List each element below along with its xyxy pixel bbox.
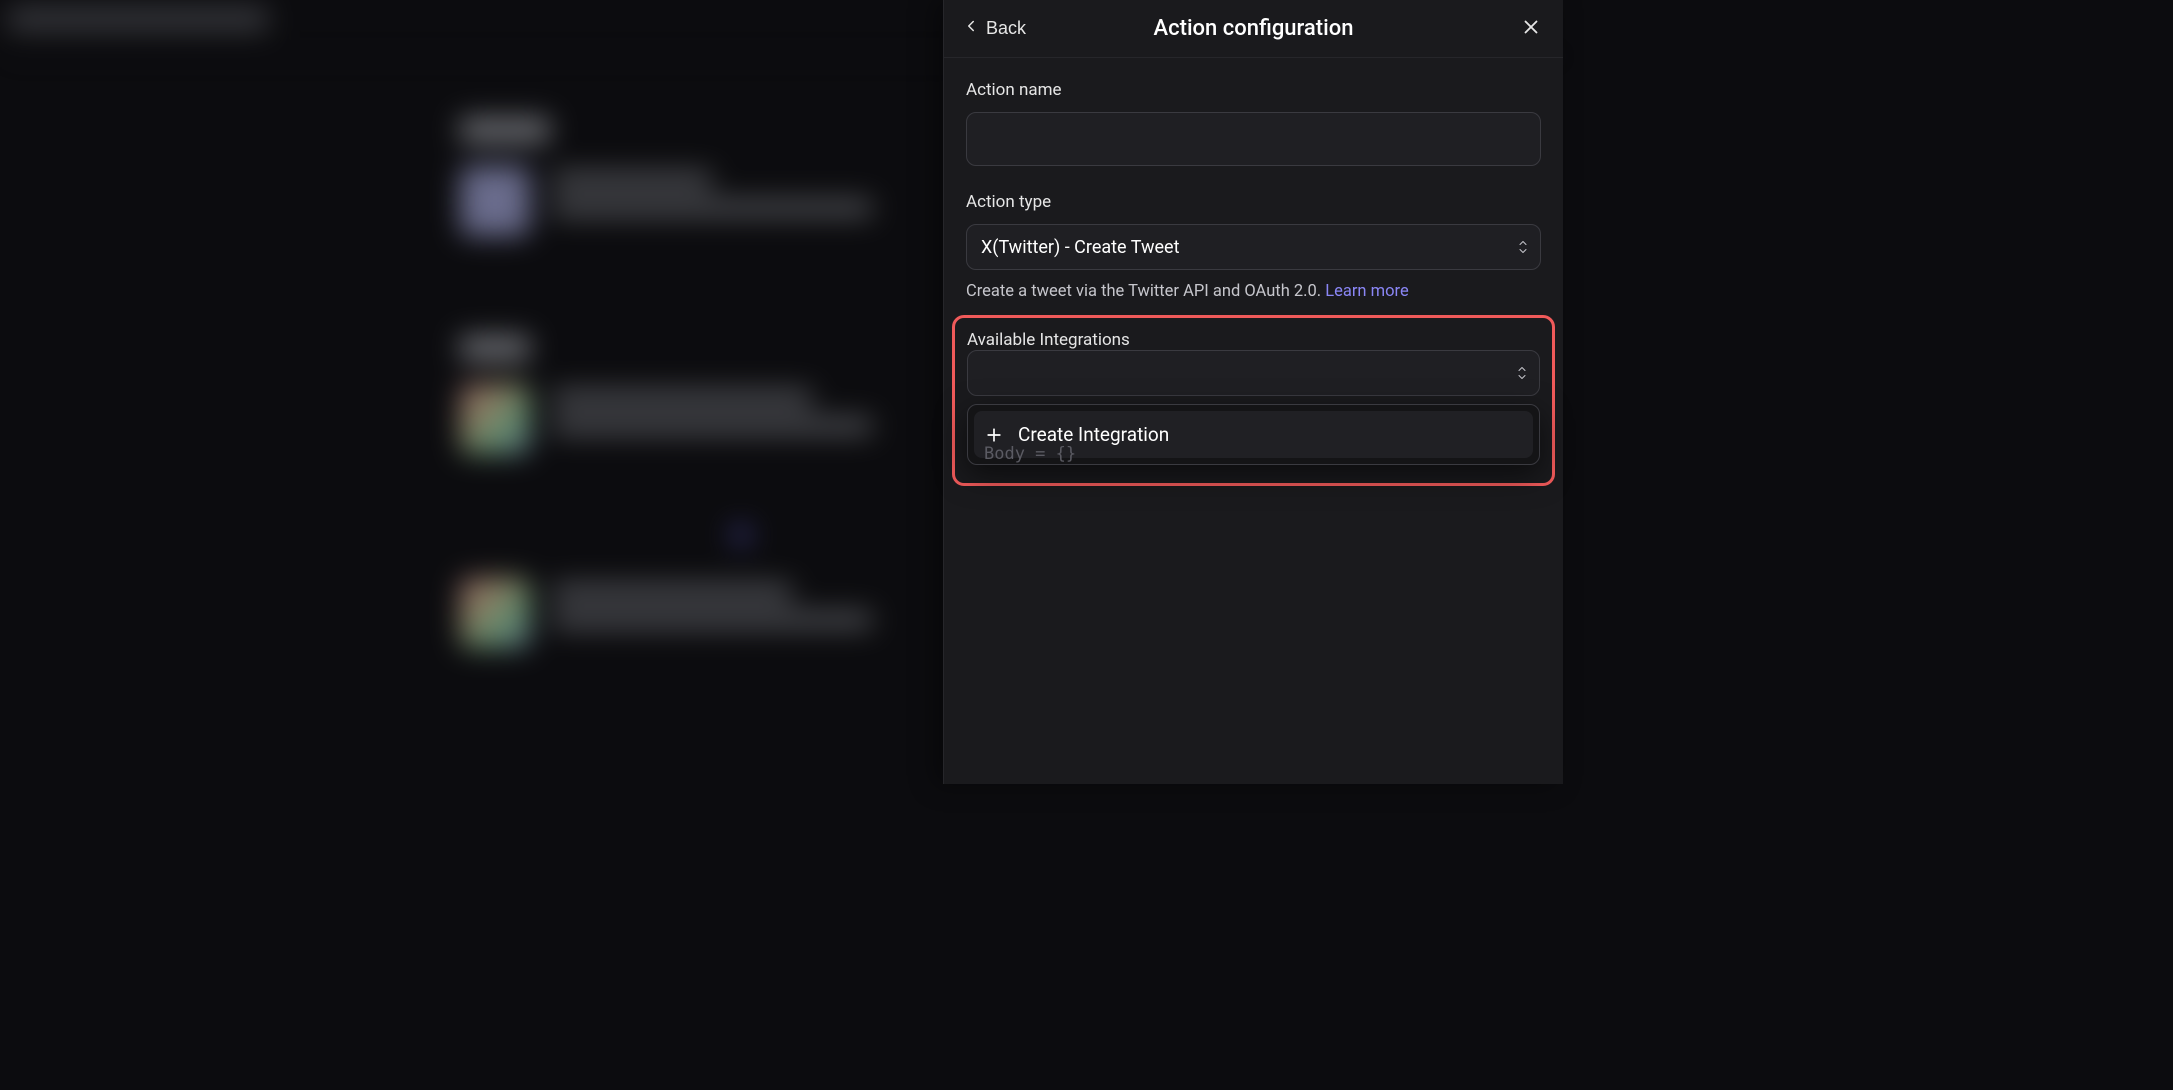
panel-body: Action name Action type X(Twitter) - Cre… <box>944 58 1563 486</box>
integrations-dropdown: Create Integration Body = {} <box>967 404 1540 465</box>
close-icon <box>1520 16 1542 41</box>
action-type-helper: Create a tweet via the Twitter API and O… <box>966 282 1541 301</box>
create-integration-label: Create Integration <box>1018 423 1169 446</box>
learn-more-link[interactable]: Learn more <box>1325 282 1408 301</box>
close-button[interactable] <box>1517 15 1545 43</box>
action-type-select[interactable]: X(Twitter) - Create Tweet <box>966 224 1541 270</box>
integrations-select[interactable] <box>967 350 1540 396</box>
helper-text-content: Create a tweet via the Twitter API and O… <box>966 282 1325 301</box>
body-peek-label: Body = {} <box>984 444 1076 464</box>
integrations-highlight: Available Integrations C <box>952 315 1555 486</box>
action-configuration-panel: Back Action configuration Action name Ac… <box>943 0 1563 784</box>
chevron-left-icon <box>962 17 980 40</box>
back-button[interactable]: Back <box>962 17 1026 40</box>
action-name-input[interactable] <box>966 112 1541 166</box>
panel-header: Back Action configuration <box>944 0 1563 58</box>
integrations-label: Available Integrations <box>967 330 1130 350</box>
panel-title: Action configuration <box>944 16 1563 41</box>
action-name-label: Action name <box>966 80 1541 100</box>
plus-icon <box>984 425 1004 445</box>
action-type-selected-value: X(Twitter) - Create Tweet <box>981 237 1179 258</box>
action-type-label: Action type <box>966 192 1541 212</box>
back-button-label: Back <box>986 18 1026 39</box>
